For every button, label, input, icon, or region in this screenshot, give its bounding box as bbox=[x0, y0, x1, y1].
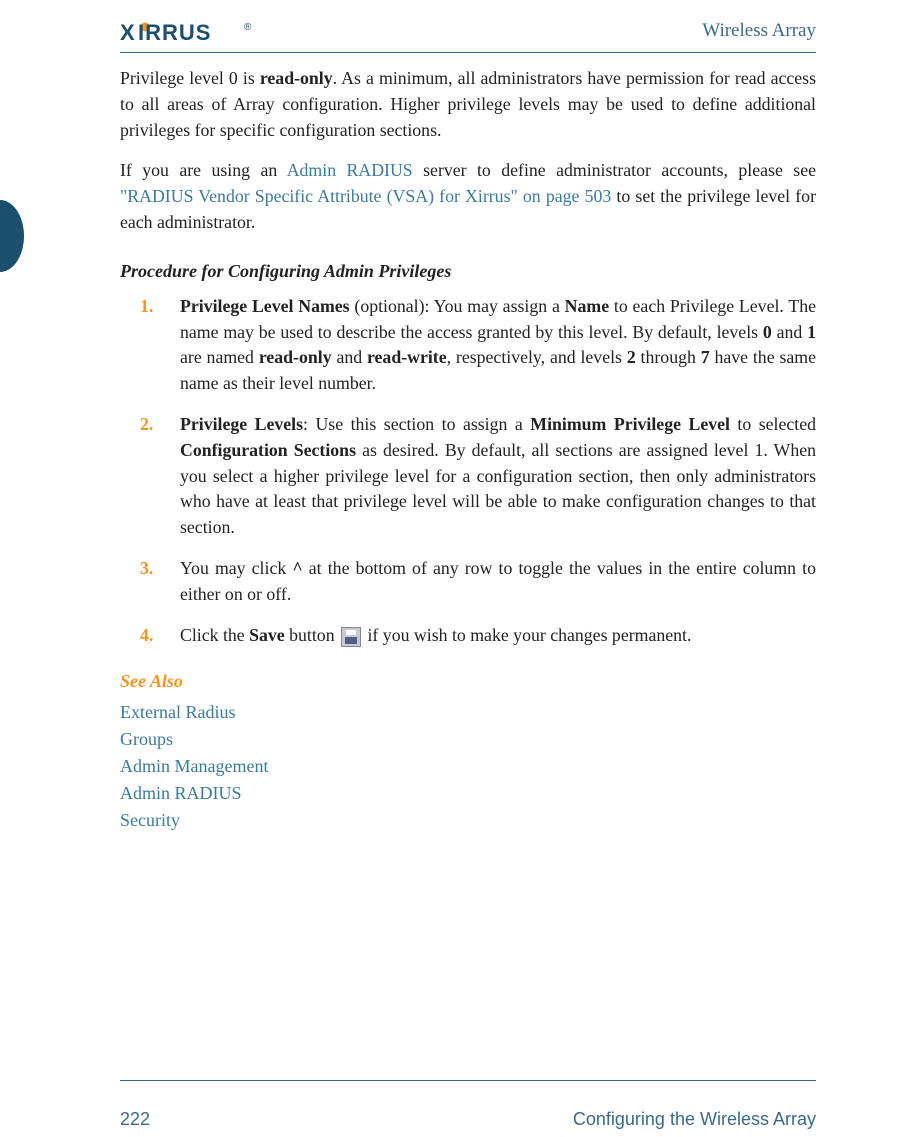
link-vsa-xirrus[interactable]: "RADIUS Vendor Specific Attribute (VSA) … bbox=[120, 186, 611, 206]
see-also-list: External Radius Groups Admin Management … bbox=[120, 699, 816, 834]
procedure-step-2: 2. Privilege Levels: Use this section to… bbox=[180, 412, 816, 541]
section-tab-marker bbox=[0, 200, 24, 272]
procedure-list: 1. Privilege Level Names (optional): You… bbox=[120, 294, 816, 649]
svg-text:IRRUS: IRRUS bbox=[138, 20, 211, 45]
save-icon bbox=[341, 627, 361, 647]
see-also-link[interactable]: Groups bbox=[120, 726, 816, 753]
svg-text:®: ® bbox=[244, 22, 252, 33]
content-area: Privilege level 0 is read-only. As a min… bbox=[120, 66, 816, 834]
page-number: 222 bbox=[120, 1109, 150, 1130]
step-number: 2. bbox=[140, 412, 153, 438]
step-number: 4. bbox=[140, 623, 153, 649]
see-also-link[interactable]: External Radius bbox=[120, 699, 816, 726]
step-number: 3. bbox=[140, 556, 153, 582]
procedure-step-1: 1. Privilege Level Names (optional): You… bbox=[180, 294, 816, 397]
footer-section-title: Configuring the Wireless Array bbox=[573, 1109, 816, 1130]
intro-paragraph-1: Privilege level 0 is read-only. As a min… bbox=[120, 66, 816, 143]
page: X IRRUS ® Wireless Array Privilege level… bbox=[0, 0, 901, 1137]
see-also-link[interactable]: Admin RADIUS bbox=[120, 780, 816, 807]
procedure-step-3: 3. You may click ^ at the bottom of any … bbox=[180, 556, 816, 608]
brand-logo: X IRRUS ® bbox=[120, 20, 260, 51]
step-number: 1. bbox=[140, 294, 153, 320]
see-also-heading: See Also bbox=[120, 668, 816, 694]
see-also-link[interactable]: Admin Management bbox=[120, 753, 816, 780]
svg-text:X: X bbox=[120, 20, 136, 45]
link-admin-radius[interactable]: Admin RADIUS bbox=[287, 160, 413, 180]
procedure-step-4: 4. Click the Save button if you wish to … bbox=[180, 623, 816, 649]
doc-title: Wireless Array bbox=[702, 20, 816, 42]
footer-rule bbox=[120, 1080, 816, 1081]
procedure-heading: Procedure for Configuring Admin Privileg… bbox=[120, 258, 816, 284]
intro-paragraph-2: If you are using an Admin RADIUS server … bbox=[120, 158, 816, 235]
header-rule bbox=[120, 52, 816, 53]
page-header: X IRRUS ® Wireless Array bbox=[0, 20, 901, 50]
see-also-link[interactable]: Security bbox=[120, 807, 816, 834]
